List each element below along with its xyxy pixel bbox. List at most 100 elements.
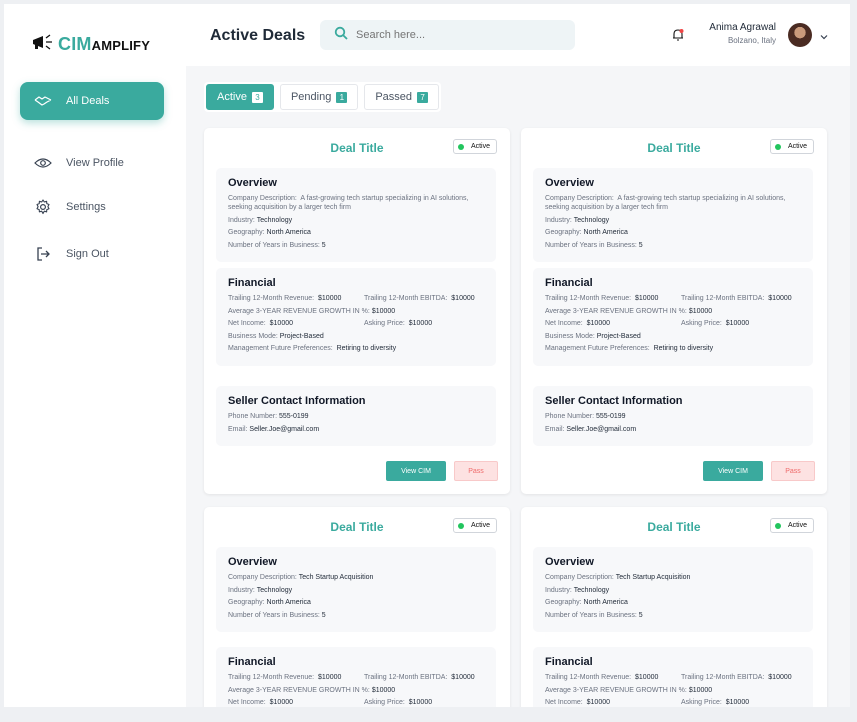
card-actions: View CIM Pass [386, 461, 498, 481]
seller-phone: Phone Number: 555-0199 [228, 413, 309, 420]
section-heading: Financial [545, 277, 593, 289]
chevron-down-icon[interactable] [819, 29, 829, 47]
trailing-revenue: Trailing 12-Month Revenue: $10000 [545, 295, 659, 302]
seller-contact-section: Seller Contact Information Phone Number:… [216, 386, 496, 446]
revenue-growth: Average 3-YEAR REVENUE GROWTH IN %: $100… [228, 307, 396, 315]
logo-megaphone-icon [31, 33, 55, 56]
sidebar-item-view-profile[interactable]: View Profile [20, 144, 164, 182]
deal-card: Deal Title Active Overview Company Descr… [521, 128, 827, 494]
years-in-business: Number of Years in Business: 5 [545, 611, 643, 619]
overview-section: Overview Company Description: A fast-gro… [216, 168, 496, 262]
tab-pending[interactable]: Pending 1 [279, 84, 359, 110]
sidebar-item-label: Sign Out [66, 248, 109, 260]
sidebar-item-sign-out[interactable]: Sign Out [20, 235, 164, 273]
status-badge: Active [452, 139, 497, 154]
status-label: Active [470, 143, 490, 150]
geography: Geography: North America [545, 229, 628, 236]
geography: Geography: North America [545, 599, 628, 606]
eye-icon [34, 154, 52, 172]
trailing-ebitda: Trailing 12-Month EBITDA: $10000 [681, 295, 792, 302]
overview-section: Overview Company Description: A fast-gro… [533, 168, 813, 262]
user-location: Bolzano, Italy [727, 36, 776, 45]
status-label: Active [787, 522, 807, 529]
logo[interactable]: CIMAMPLIFY [31, 33, 150, 56]
sidebar-item-all-deals[interactable]: All Deals [20, 82, 164, 120]
pass-button[interactable]: Pass [454, 461, 498, 481]
management-preferences: Management Future Preferences: Retiring … [545, 345, 714, 352]
deal-card: Deal Title Active Overview Company Descr… [204, 128, 510, 494]
status-badge: Active [769, 518, 814, 533]
financial-section: Financial Trailing 12-Month Revenue: $10… [533, 647, 813, 707]
section-heading: Financial [545, 656, 593, 668]
trailing-revenue: Trailing 12-Month Revenue: $10000 [228, 674, 342, 681]
tab-count-badge: 3 [251, 91, 263, 103]
sidebar-item-label: All Deals [66, 95, 110, 107]
tab-active[interactable]: Active 3 [206, 84, 274, 110]
industry: Industry: Technology [545, 586, 610, 594]
tab-label: Pending [290, 91, 332, 103]
management-preferences: Management Future Preferences: Retiring … [228, 345, 397, 352]
section-heading: Seller Contact Information [228, 395, 366, 407]
sidebar-item-label: View Profile [66, 157, 124, 169]
logo-text-cim: CIM [58, 34, 92, 54]
section-heading: Overview [545, 556, 594, 568]
asking-price: Asking Price: $10000 [364, 320, 433, 327]
years-in-business: Number of Years in Business: 5 [545, 241, 643, 249]
logo-text-amplify: AMPLIFY [91, 38, 151, 53]
asking-price: Asking Price: $10000 [681, 699, 750, 706]
search-input[interactable] [356, 29, 546, 41]
section-heading: Financial [228, 656, 276, 668]
user-info[interactable]: Anima Agrawal Bolzano, Italy [709, 22, 776, 45]
search-box[interactable] [320, 20, 575, 50]
trailing-ebitda: Trailing 12-Month EBITDA: $10000 [364, 295, 475, 302]
section-heading: Overview [545, 177, 594, 189]
industry: Industry: Technology [228, 216, 293, 224]
overview-section: Overview Company Description: Tech Start… [216, 547, 496, 632]
seller-email: Email: Seller.Joe@gmail.com [228, 425, 320, 433]
tab-count-badge: 7 [417, 91, 429, 103]
sidebar-item-label: Settings [66, 201, 106, 213]
page-title: Active Deals [210, 27, 306, 44]
status-label: Active [470, 522, 490, 529]
net-income: Net Income: $10000 [228, 320, 293, 327]
app-window: CIMAMPLIFY All Deals View Profile Settin… [4, 4, 850, 707]
company-description: Company Description: A fast-growing tech… [228, 195, 469, 211]
status-dot-icon [457, 522, 464, 529]
sidebar-item-settings[interactable]: Settings [20, 188, 164, 226]
years-in-business: Number of Years in Business: 5 [228, 241, 326, 249]
view-cim-button[interactable]: View CIM [386, 461, 446, 481]
deal-card: Deal Title Active Overview Company Descr… [204, 507, 510, 707]
search-icon [334, 26, 348, 45]
gear-icon [34, 198, 52, 216]
avatar[interactable] [788, 23, 812, 47]
financial-section: Financial Trailing 12-Month Revenue: $10… [216, 647, 496, 707]
section-heading: Financial [228, 277, 276, 289]
sidebar: CIMAMPLIFY All Deals View Profile Settin… [4, 4, 186, 707]
revenue-growth: Average 3-YEAR REVENUE GROWTH IN %: $100… [228, 686, 396, 694]
status-label: Active [787, 143, 807, 150]
status-dot-icon [774, 143, 781, 150]
status-badge: Active [452, 518, 497, 533]
user-name: Anima Agrawal [709, 22, 776, 33]
tab-passed[interactable]: Passed 7 [364, 84, 440, 110]
trailing-ebitda: Trailing 12-Month EBITDA: $10000 [364, 674, 475, 681]
revenue-growth: Average 3-YEAR REVENUE GROWTH IN %: $100… [545, 307, 713, 315]
status-dot-icon [774, 522, 781, 529]
industry: Industry: Technology [228, 586, 293, 594]
deal-status-tabs: Active 3 Pending 1 Passed 7 [204, 82, 442, 112]
trailing-revenue: Trailing 12-Month Revenue: $10000 [228, 295, 342, 302]
card-actions: View CIM Pass [703, 461, 815, 481]
geography: Geography: North America [228, 599, 311, 606]
handshake-icon [34, 92, 52, 110]
pass-button[interactable]: Pass [771, 461, 815, 481]
overview-section: Overview Company Description: Tech Start… [533, 547, 813, 632]
notification-bell-icon[interactable] [672, 28, 684, 46]
status-badge: Active [769, 139, 814, 154]
trailing-ebitda: Trailing 12-Month EBITDA: $10000 [681, 674, 792, 681]
section-heading: Overview [228, 177, 277, 189]
trailing-revenue: Trailing 12-Month Revenue: $10000 [545, 674, 659, 681]
tab-label: Active [217, 91, 247, 103]
view-cim-button[interactable]: View CIM [703, 461, 763, 481]
seller-contact-section: Seller Contact Information Phone Number:… [533, 386, 813, 446]
net-income: Net Income: $10000 [545, 699, 610, 706]
